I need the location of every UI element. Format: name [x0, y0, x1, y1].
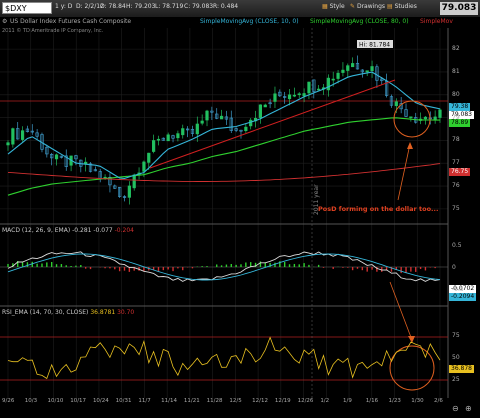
candle-body: [152, 140, 156, 152]
candle-body: [433, 116, 437, 121]
sma10-line: [7, 71, 441, 179]
x-axis-label: 11/21: [183, 398, 200, 404]
x-axis-label: 11/7: [138, 398, 151, 404]
candle-body: [205, 110, 209, 121]
candle-body: [142, 161, 146, 172]
candle-body: [297, 93, 301, 96]
macd-signal-tag: -0.2094: [449, 293, 477, 301]
candle-body: [200, 120, 204, 124]
candle-body: [219, 115, 224, 120]
candle-body: [317, 88, 321, 91]
y-axis-label: 80: [452, 90, 460, 98]
candle-body: [409, 116, 413, 119]
macd-axis-label: 0.5: [452, 242, 462, 249]
x-axis-label: 12/5: [229, 398, 242, 404]
rsi-axis-label: 25: [452, 376, 460, 383]
sma200-price-tag: 76.75: [449, 168, 471, 176]
zoom-out-icon[interactable]: ⊖: [452, 404, 459, 413]
y-axis-label: 76: [452, 182, 460, 190]
hi-label: Hi: 81.784: [359, 42, 390, 49]
macd-label: MACD (12, 26, 9, EMA) -0.281 -0.077 -0.2…: [2, 227, 134, 234]
candle-body: [394, 101, 398, 107]
candle-body: [302, 93, 306, 97]
candle-body: [6, 142, 10, 146]
candle-body: [127, 185, 131, 198]
x-axis-label: 10/10: [47, 398, 64, 404]
sma80-line: [7, 117, 440, 196]
x-axis-label: 11/28: [206, 398, 223, 404]
candle-body: [11, 128, 15, 145]
annotation-arrow: [397, 143, 411, 201]
candle-body: [273, 93, 277, 102]
candle-body: [166, 134, 170, 142]
candle-body: [336, 72, 340, 79]
x-axis-label: 9/26: [2, 398, 15, 404]
x-axis-label: 2/6: [434, 398, 443, 404]
candle-body: [195, 123, 199, 135]
macd-line: [7, 251, 441, 282]
macd-axis-label: 0: [452, 264, 456, 271]
indicator-lines: [7, 71, 441, 196]
x-axis-label: 12/19: [274, 398, 291, 404]
candle-body: [346, 65, 350, 71]
candle-body: [263, 104, 267, 108]
x-axis-label: 10/3: [24, 398, 38, 404]
macd-panel: [0, 251, 448, 282]
y-axis-label: 75: [452, 204, 460, 212]
x-axis-label: 1/2: [320, 398, 330, 404]
candle-body: [244, 126, 248, 132]
x-axis-label: 1/23: [388, 398, 401, 404]
candle-body: [258, 104, 263, 118]
x-axis-label: 1/30: [411, 398, 424, 404]
rsi-price-tag: 36.878: [449, 365, 474, 373]
x-axis-label: 1/16: [365, 398, 379, 404]
candle-body: [132, 174, 136, 189]
candle-body: [20, 130, 25, 140]
x-axis-label: 11/14: [161, 398, 178, 404]
arrow-head: [407, 142, 413, 149]
candle-body: [423, 116, 428, 120]
candle-body: [156, 138, 161, 141]
y-axis-label: 78: [452, 136, 460, 144]
candle-body: [365, 70, 369, 73]
sma10-price-tag: 79.38: [449, 103, 471, 111]
rsi-axis-label: 75: [452, 332, 460, 339]
sma200-line: [7, 163, 441, 182]
candle-body: [370, 66, 374, 72]
y-axis-label: 79: [452, 113, 460, 121]
x-axis-label: 10/24: [92, 398, 109, 404]
candle-body: [54, 154, 59, 160]
candle-body: [292, 94, 296, 97]
candle-body: [287, 94, 292, 100]
candle-body: [147, 152, 151, 163]
x-axis-label: 12/26: [297, 398, 314, 404]
candle-body: [176, 133, 180, 139]
x-axis-label: 12/12: [252, 398, 268, 404]
rsi-arrow: [389, 281, 413, 341]
rsi-panel: [7, 336, 441, 380]
grid-lines: [0, 28, 448, 398]
annotation-text: PosD forming on the dollar too...: [318, 205, 439, 213]
y-axis-label: 81: [452, 67, 460, 75]
candle-body: [351, 63, 355, 68]
zoom-in-icon[interactable]: ⊕: [465, 404, 472, 413]
y-axis-label: 77: [452, 159, 460, 167]
trendline: [149, 79, 396, 169]
candle-body: [341, 69, 345, 73]
x-axis-label: 10/31: [115, 398, 132, 404]
y-axis-label: 82: [452, 45, 460, 53]
candle-body: [249, 119, 253, 127]
candle-body: [331, 78, 335, 81]
x-axis-label: 1/9: [343, 398, 352, 404]
x-axis-label: 10/17: [70, 398, 87, 404]
candle-body: [181, 128, 185, 136]
candle-body: [438, 109, 442, 118]
macd-axis-label: -0.5: [452, 286, 464, 293]
rsi-line: [7, 336, 441, 380]
candle-body: [326, 77, 330, 91]
rsi-axis-label: 50: [452, 354, 460, 361]
candle-body: [307, 81, 311, 94]
rsi-label: RSI_EMA (14, 70, 30, CLOSE) 36.8781 30.7…: [2, 309, 135, 316]
